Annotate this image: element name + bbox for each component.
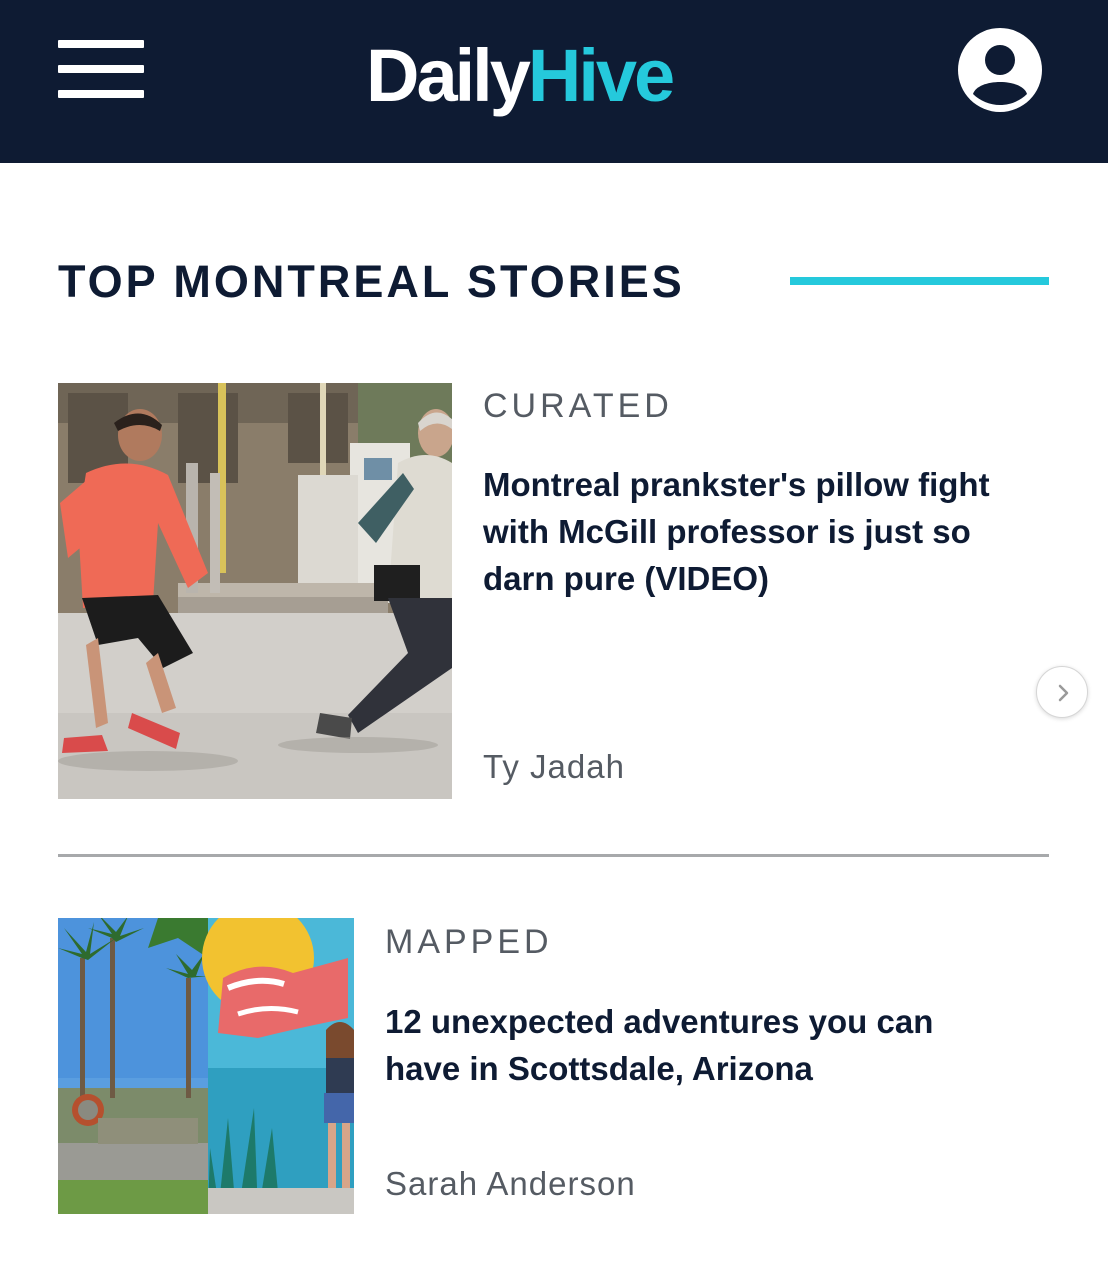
- section-title-accent-line: [790, 277, 1049, 285]
- story-divider: [58, 854, 1049, 857]
- story-thumbnail-scottsdale[interactable]: [58, 918, 354, 1214]
- user-account-icon[interactable]: [956, 26, 1044, 114]
- story-thumbnail-pillow-fight[interactable]: [58, 383, 452, 799]
- story-author[interactable]: Ty Jadah: [483, 747, 625, 787]
- story-category-tag[interactable]: MAPPED: [385, 922, 553, 962]
- logo-daily-text: Daily: [366, 34, 531, 117]
- carousel-next-button[interactable]: [1036, 666, 1088, 718]
- daily-hive-logo[interactable]: DailyHive: [366, 30, 675, 130]
- story-headline-link[interactable]: 12 unexpected adventures you can have in…: [385, 998, 1005, 1092]
- story-category-tag[interactable]: CURATED: [483, 386, 673, 426]
- menu-bar: [58, 90, 144, 98]
- story-author[interactable]: Sarah Anderson: [385, 1164, 636, 1204]
- chevron-right-icon: [1058, 684, 1069, 702]
- logo-hive-text: Hive: [527, 34, 675, 117]
- top-navbar: DailyHive: [0, 0, 1108, 163]
- hamburger-menu-icon[interactable]: [58, 38, 144, 100]
- story-headline-link[interactable]: Montreal prankster's pillow fight with M…: [483, 461, 1043, 602]
- menu-bar: [58, 40, 144, 48]
- section-title: TOP MONTREAL STORIES: [58, 256, 685, 307]
- menu-bar: [58, 65, 144, 73]
